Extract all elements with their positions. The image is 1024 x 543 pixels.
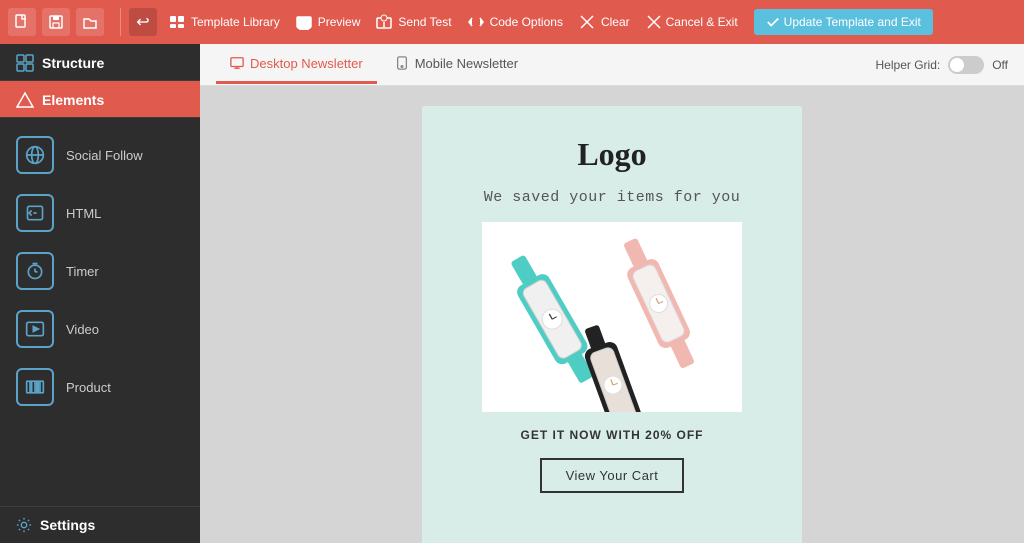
sidebar-item-social-follow[interactable]: Social Follow xyxy=(0,126,200,184)
email-product-image xyxy=(482,222,742,412)
product-icon-box xyxy=(16,368,54,406)
timer-icon-box xyxy=(16,252,54,290)
content-area: Desktop Newsletter Mobile Newsletter Hel… xyxy=(200,44,1024,543)
sidebar-item-video[interactable]: Video xyxy=(0,300,200,358)
sidebar-settings-section[interactable]: Settings xyxy=(0,506,200,543)
social-follow-label: Social Follow xyxy=(66,148,143,163)
undo-button[interactable]: ↩ xyxy=(129,8,157,36)
new-file-icon[interactable] xyxy=(8,8,36,36)
social-follow-icon-box xyxy=(16,136,54,174)
template-library-label: Template Library xyxy=(191,15,280,29)
preview-button[interactable]: Preview xyxy=(296,14,361,30)
helper-grid-control: Helper Grid: Off xyxy=(876,56,1008,74)
toolbar-sep-1 xyxy=(120,8,121,36)
sidebar-items-list: Social Follow HTML xyxy=(0,118,200,506)
tab-mobile-newsletter[interactable]: Mobile Newsletter xyxy=(381,46,532,84)
email-cta-text: GET IT NOW WITH 20% OFF xyxy=(521,428,704,442)
code-options-label: Code Options xyxy=(490,15,563,29)
clear-label: Clear xyxy=(601,15,630,29)
video-label: Video xyxy=(66,322,99,337)
sidebar-item-html[interactable]: HTML xyxy=(0,184,200,242)
left-sidebar: Structure Elements Social Follow xyxy=(0,44,200,543)
save-icon[interactable] xyxy=(42,8,70,36)
tabs-group: Desktop Newsletter Mobile Newsletter xyxy=(216,46,532,84)
main-layout: Structure Elements Social Follow xyxy=(0,44,1024,543)
preview-label: Preview xyxy=(318,15,361,29)
send-test-button[interactable]: Send Test xyxy=(376,14,451,30)
html-label: HTML xyxy=(66,206,101,221)
canvas-area: Logo We saved your items for you xyxy=(200,86,1024,543)
toolbar-actions: Template Library Preview Send Test Code … xyxy=(169,9,1016,35)
sidebar-elements-section[interactable]: Elements xyxy=(0,81,200,118)
video-icon-box xyxy=(16,310,54,348)
sidebar-item-timer[interactable]: Timer xyxy=(0,242,200,300)
view-cart-button[interactable]: View Your Cart xyxy=(540,458,685,493)
tab-mobile-label: Mobile Newsletter xyxy=(415,56,518,71)
tab-desktop-label: Desktop Newsletter xyxy=(250,56,363,71)
timer-label: Timer xyxy=(66,264,99,279)
clear-button[interactable]: Clear xyxy=(579,14,630,30)
file-icons-group xyxy=(8,8,104,36)
top-toolbar: ↩ Template Library Preview Send Test Cod… xyxy=(0,0,1024,44)
send-test-label: Send Test xyxy=(398,15,451,29)
toggle-knob xyxy=(950,58,964,72)
watches-svg xyxy=(482,222,742,412)
structure-label: Structure xyxy=(42,55,104,71)
open-icon[interactable] xyxy=(76,8,104,36)
update-template-label: Update Template and Exit xyxy=(784,15,921,29)
product-label: Product xyxy=(66,380,111,395)
html-icon-box xyxy=(16,194,54,232)
email-subtitle: We saved your items for you xyxy=(484,189,741,206)
helper-grid-state: Off xyxy=(992,58,1008,72)
cancel-exit-label: Cancel & Exit xyxy=(666,15,738,29)
sidebar-item-product[interactable]: Product xyxy=(0,358,200,416)
code-options-button[interactable]: Code Options xyxy=(468,14,563,30)
helper-grid-toggle[interactable] xyxy=(948,56,984,74)
helper-grid-label: Helper Grid: xyxy=(876,58,941,72)
email-logo: Logo xyxy=(577,136,646,173)
email-preview: Logo We saved your items for you xyxy=(422,106,802,543)
update-template-button[interactable]: Update Template and Exit xyxy=(754,9,933,35)
cancel-exit-button[interactable]: Cancel & Exit xyxy=(646,14,738,30)
elements-label: Elements xyxy=(42,92,104,108)
sidebar-structure-section[interactable]: Structure xyxy=(0,44,200,81)
sub-toolbar: Desktop Newsletter Mobile Newsletter Hel… xyxy=(200,44,1024,86)
tab-desktop-newsletter[interactable]: Desktop Newsletter xyxy=(216,46,377,84)
settings-label: Settings xyxy=(40,517,95,533)
template-library-button[interactable]: Template Library xyxy=(169,14,280,30)
